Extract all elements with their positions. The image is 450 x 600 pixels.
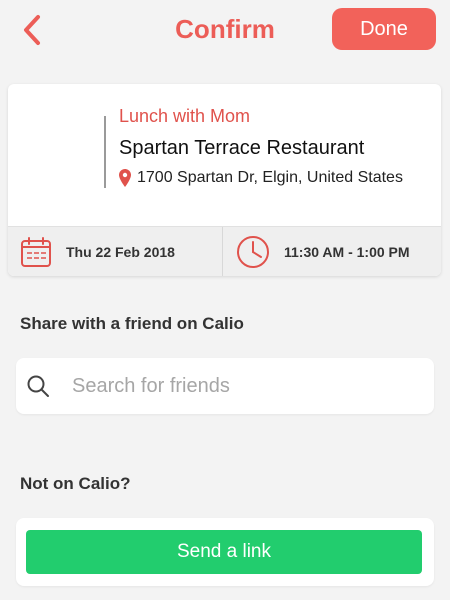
friend-search-box[interactable] [16, 358, 434, 414]
event-details: Lunch with Mom Spartan Terrace Restauran… [8, 84, 441, 226]
event-time-cell[interactable]: 11:30 AM - 1:00 PM [224, 227, 441, 276]
event-datetime-bar: Thu 22 Feb 2018 11:30 AM - 1:00 PM [8, 226, 441, 276]
divider [104, 116, 106, 188]
calendar-icon [21, 237, 51, 267]
invite-section-label: Not on Calio? [20, 474, 131, 493]
event-date-cell[interactable]: Thu 22 Feb 2018 [8, 227, 223, 276]
event-date: Thu 22 Feb 2018 [66, 244, 175, 260]
event-time: 11:30 AM - 1:00 PM [284, 244, 410, 260]
location-pin-icon [119, 169, 131, 187]
clock-icon [237, 236, 269, 268]
event-venue: Spartan Terrace Restaurant [119, 137, 365, 159]
event-card[interactable]: Lunch with Mom Spartan Terrace Restauran… [8, 84, 441, 276]
search-input[interactable] [72, 374, 392, 398]
event-title: Lunch with Mom [119, 106, 251, 126]
send-link-button[interactable]: Send a link [26, 530, 422, 574]
search-icon [27, 375, 49, 397]
invite-card: Send a link [16, 518, 434, 586]
share-section-label: Share with a friend on Calio [20, 314, 244, 333]
event-address-row: 1700 Spartan Dr, Elgin, United States [119, 168, 419, 188]
event-address: 1700 Spartan Dr, Elgin, United States [137, 169, 403, 186]
navigation-bar: Confirm Done [0, 0, 450, 60]
done-button[interactable]: Done [332, 8, 436, 50]
